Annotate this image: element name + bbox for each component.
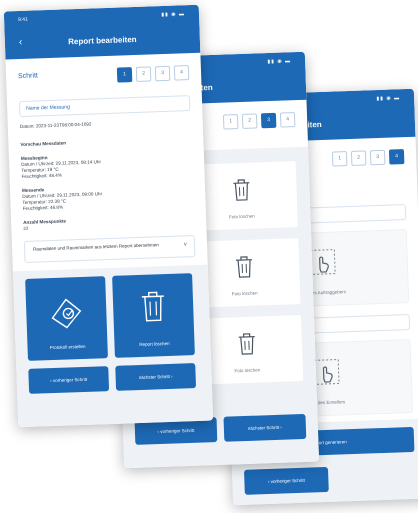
copy-room-data-select[interactable]: Raumdaten und Raummarken aus letztem Rep… — [23, 235, 196, 263]
step-pill-2[interactable]: 2 — [135, 66, 152, 82]
next-step-button[interactable]: nächster Schritt › — [223, 413, 307, 442]
next-step-button[interactable]: nächster Schritt › — [115, 363, 197, 391]
step-pill-2[interactable]: 2 — [350, 150, 367, 166]
app-header: 9:41 ▮▮ ◉ ▬ ‹ Report bearbeiten — [3, 4, 201, 60]
document-icon — [26, 290, 108, 338]
chevron-down-icon: ˅ — [183, 242, 188, 249]
phone-screen-step-1: 9:41 ▮▮ ◉ ▬ ‹ Report bearbeiten Schritt … — [3, 4, 214, 428]
create-protocol-tile[interactable]: Protokoll erstellen — [25, 276, 108, 361]
status-bar: 9:41 ▮▮ ◉ ▬ — [18, 11, 185, 23]
prev-step-button[interactable]: ‹ vorheriger Schritt — [243, 466, 329, 495]
step-pill-2[interactable]: 2 — [241, 113, 258, 129]
step-pill-1[interactable]: 1 — [331, 151, 348, 167]
step-pill-4[interactable]: 4 — [173, 65, 190, 81]
prev-step-button[interactable]: ‹ vorheriger Schritt — [28, 366, 110, 394]
measurement-name-input[interactable]: Name der Messung — [18, 95, 191, 118]
step-pill-4[interactable]: 4 — [279, 112, 296, 128]
delete-report-label: Report löschen — [139, 340, 170, 347]
step-indicator: Schritt 1 2 3 4 — [17, 65, 190, 85]
step-pill-4[interactable]: 4 — [388, 149, 405, 165]
page-title: Report bearbeiten — [68, 34, 137, 47]
date-line: Datum: 2023-11-23T08:00:04-1092 — [19, 121, 92, 130]
status-time: 9:41 — [18, 16, 28, 24]
preview-heading: Vorschau Messdaten — [20, 140, 67, 148]
status-icons: ▮▮ ◉ ▬ — [376, 95, 401, 103]
status-icons: ▮▮ ◉ ▬ — [161, 11, 186, 19]
status-icons: ▮▮ ◉ ▬ — [267, 58, 292, 66]
step-label: Schritt — [17, 72, 39, 81]
step-pill-3[interactable]: 3 — [154, 65, 171, 82]
step-pill-1[interactable]: 1 — [222, 114, 239, 130]
create-protocol-label: Protokoll erstellen — [49, 343, 86, 351]
delete-report-tile[interactable]: Report löschen — [112, 273, 195, 358]
trash-icon — [113, 287, 194, 331]
step-pill-3[interactable]: 3 — [369, 149, 386, 166]
step-pill-1[interactable]: 1 — [116, 67, 133, 83]
select-text: Raumdaten und Raummarken aus letztem Rep… — [33, 242, 159, 252]
step-pill-3[interactable]: 3 — [260, 112, 277, 129]
